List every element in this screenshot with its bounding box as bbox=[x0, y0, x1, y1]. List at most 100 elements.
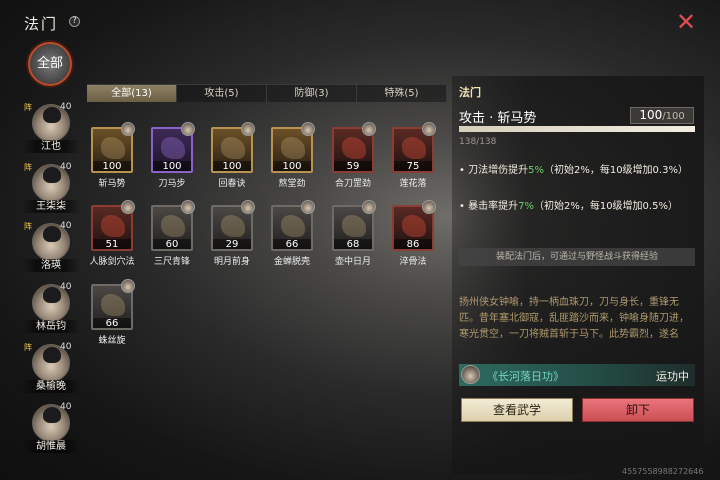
bonus-detail: （初始2%，每10级增加0.5%） bbox=[533, 201, 678, 212]
owner-avatar bbox=[121, 279, 135, 293]
skill-level-box: 100/100 bbox=[630, 107, 694, 124]
skill-value: 68 bbox=[334, 239, 372, 249]
formation-badge: 阵 bbox=[24, 163, 32, 172]
owner-avatar bbox=[461, 365, 480, 384]
linked-martial-name: 《长河落日功》 bbox=[487, 370, 564, 383]
skill-value: 29 bbox=[213, 239, 251, 249]
owner-avatar bbox=[241, 122, 255, 136]
bonus-label: 暴击率提升 bbox=[468, 201, 519, 212]
skill-name: 壶中日月 bbox=[334, 257, 371, 267]
unequip-button[interactable]: 卸下 bbox=[582, 398, 694, 422]
skill-value: 86 bbox=[394, 239, 432, 249]
skill-value: 100 bbox=[213, 161, 251, 171]
tab-special[interactable]: 特殊(5) bbox=[357, 85, 447, 102]
filter-all-button[interactable]: 全部 bbox=[28, 42, 72, 86]
skill-value: 75 bbox=[394, 161, 432, 171]
skill-card[interactable]: 29 明月前身 bbox=[209, 200, 255, 269]
character-name: 洛瑛 bbox=[22, 259, 80, 272]
skill-card[interactable]: 66 蛛丝旋 bbox=[89, 279, 135, 348]
character-item[interactable]: 阵 40 桑榆晚 bbox=[22, 342, 80, 396]
exp-bar-fill bbox=[459, 126, 695, 132]
page-title: 法门 bbox=[24, 15, 59, 33]
category-tabs: 全部(13) 攻击(5) 防御(3) 特殊(5) bbox=[87, 84, 447, 102]
skill-card[interactable]: 66 金蝉脱壳 bbox=[269, 200, 315, 269]
character-item[interactable]: 40 胡惟晨 bbox=[22, 402, 80, 456]
skill-level-current: 100 bbox=[639, 108, 663, 122]
detail-section-title: 法门 bbox=[459, 86, 481, 99]
skill-name: 合刀罡劲 bbox=[334, 179, 371, 189]
character-item[interactable]: 阵 40 王柒柒 bbox=[22, 162, 80, 216]
skill-name: 莲花落 bbox=[399, 179, 427, 189]
owner-avatar bbox=[362, 122, 376, 136]
skill-value: 100 bbox=[153, 161, 191, 171]
skill-name: 斩马势 bbox=[98, 179, 126, 189]
owner-avatar bbox=[301, 122, 315, 136]
skill-name: 熬堂劲 bbox=[278, 179, 306, 189]
bullet: • bbox=[459, 201, 465, 212]
skill-card[interactable]: 51 人脉剑穴法 bbox=[89, 200, 135, 269]
character-item[interactable]: 40 林岳钧 bbox=[22, 282, 80, 336]
skill-name: 三尺青锋 bbox=[153, 257, 190, 267]
skill-card[interactable]: 100 斩马势 bbox=[89, 122, 135, 191]
bonus-value: 5% bbox=[528, 165, 544, 176]
character-name: 王柒柒 bbox=[22, 200, 80, 213]
exp-hint: 装配法门后，可通过与野怪战斗获得经验 bbox=[459, 248, 695, 266]
skill-card[interactable]: 86 淬骨法 bbox=[390, 200, 436, 269]
close-icon[interactable]: ✕ bbox=[675, 10, 697, 34]
linked-martial-bar[interactable]: 《长河落日功》 运功中 bbox=[459, 364, 695, 386]
skill-name: 回春诀 bbox=[218, 179, 246, 189]
help-icon[interactable]: ? bbox=[69, 16, 80, 27]
bonus-line: • 刀法增伤提升5%（初始2%，每10级增加0.3%） bbox=[459, 163, 697, 178]
skill-value: 59 bbox=[334, 161, 372, 171]
exp-text: 138/138 bbox=[459, 137, 497, 147]
skill-name: 明月前身 bbox=[213, 257, 250, 267]
character-level: 40 bbox=[60, 102, 72, 112]
character-name: 林岳钧 bbox=[22, 320, 80, 333]
owner-avatar bbox=[301, 200, 315, 214]
character-name: 桑榆晚 bbox=[22, 380, 80, 393]
skill-description[interactable]: 扬州侠女钟喻，持一柄血珠刀，刀与身长，重锋无匹。昔年塞北御寇，乱匪踏沙而来，钟喻… bbox=[459, 295, 695, 359]
bonus-label: 刀法增伤提升 bbox=[468, 165, 529, 176]
owner-avatar bbox=[241, 200, 255, 214]
skill-card[interactable]: 75 莲花落 bbox=[390, 122, 436, 191]
skill-value: 51 bbox=[93, 239, 131, 249]
character-level: 40 bbox=[60, 282, 72, 292]
tab-all[interactable]: 全部(13) bbox=[87, 85, 177, 102]
bullet: • bbox=[459, 165, 465, 176]
skill-name: 蛛丝旋 bbox=[98, 336, 126, 346]
bonus-detail: （初始2%，每10级增加0.3%） bbox=[543, 165, 688, 176]
skill-card[interactable]: 100 回春诀 bbox=[209, 122, 255, 191]
tab-attack[interactable]: 攻击(5) bbox=[177, 85, 267, 102]
tab-defense[interactable]: 防御(3) bbox=[267, 85, 357, 102]
owner-avatar bbox=[362, 200, 376, 214]
skill-value: 66 bbox=[93, 318, 131, 328]
character-item[interactable]: 阵 40 洛瑛 bbox=[22, 221, 80, 275]
bonus-line: • 暴击率提升7%（初始2%，每10级增加0.5%） bbox=[459, 199, 697, 214]
character-level: 40 bbox=[60, 342, 72, 352]
owner-avatar bbox=[422, 200, 436, 214]
skill-card[interactable]: 100 熬堂劲 bbox=[269, 122, 315, 191]
bonus-value: 7% bbox=[518, 201, 534, 212]
skill-card[interactable]: 59 合刀罡劲 bbox=[330, 122, 376, 191]
character-item[interactable]: 阵 40 江也 bbox=[22, 102, 80, 156]
view-martial-button[interactable]: 查看武学 bbox=[461, 398, 573, 422]
skill-name: 金蝉脱壳 bbox=[273, 257, 310, 267]
character-level: 40 bbox=[60, 162, 72, 172]
owner-avatar bbox=[181, 122, 195, 136]
character-name: 胡惟晨 bbox=[22, 440, 80, 453]
character-level: 40 bbox=[60, 402, 72, 412]
skill-level-max: /100 bbox=[662, 111, 685, 122]
formation-badge: 阵 bbox=[24, 103, 32, 112]
skill-value: 60 bbox=[153, 239, 191, 249]
skill-value: 66 bbox=[273, 239, 311, 249]
character-name: 江也 bbox=[22, 140, 80, 153]
skill-name: 刀马步 bbox=[158, 179, 186, 189]
skill-card[interactable]: 100 刀马步 bbox=[149, 122, 195, 191]
owner-avatar bbox=[121, 200, 135, 214]
skill-name: 淬骨法 bbox=[399, 257, 427, 267]
character-level: 40 bbox=[60, 221, 72, 231]
formation-badge: 阵 bbox=[24, 222, 32, 231]
skill-card[interactable]: 60 三尺青锋 bbox=[149, 200, 195, 269]
linked-martial-status: 运功中 bbox=[656, 370, 689, 383]
skill-card[interactable]: 68 壶中日月 bbox=[330, 200, 376, 269]
